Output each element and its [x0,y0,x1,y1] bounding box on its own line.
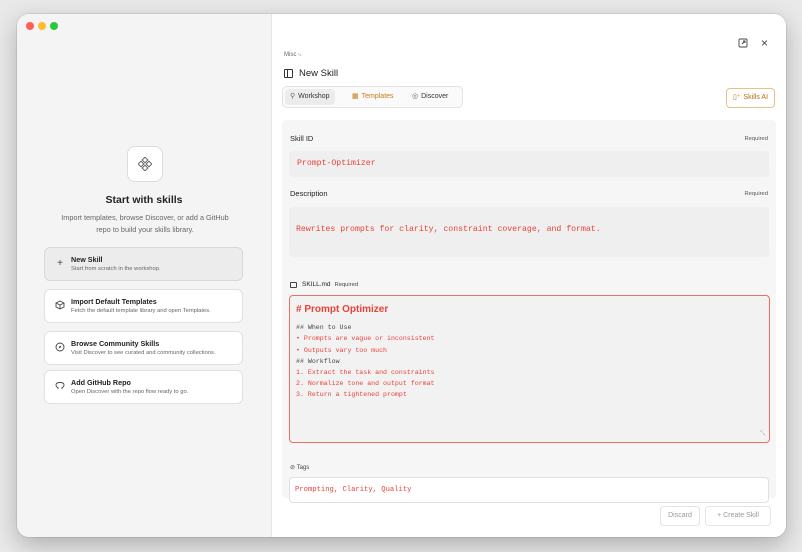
return-arrow-icon: ⤷ [298,52,302,58]
sparkle-diamond-icon [127,146,163,182]
main-panel: Misc ⤷ New Skill × ⚲ Workshop ▦ Templates … [272,14,786,537]
option-description: Fetch the default template library and o… [71,308,211,314]
md-line: 2. Normalize tone and output format [296,380,435,387]
description-label: Description [290,189,328,198]
github-icon [54,381,66,393]
resize-handle-icon[interactable]: ⤡ [760,431,765,438]
md-line: 1. Extract the task and constraints [296,369,435,376]
skill-id-input[interactable]: Prompt-Optimizer [289,151,769,177]
browse-community-option[interactable]: Browse Community Skills Visit Discover t… [44,331,243,365]
option-description: Open Discover with the repo flow ready t… [71,389,189,395]
discard-button[interactable]: Discard [660,506,700,526]
minimize-window-button[interactable] [38,22,46,30]
view-tabs: ⚲ Workshop ▦ Templates ◎ Discover [282,86,463,108]
compass-icon [54,342,66,354]
option-title: Browse Community Skills [71,339,160,348]
skill-form: Skill ID Required Prompt-Optimizer Descr… [282,120,776,503]
sparkle-icon: ▯⁺ [732,94,741,101]
tab-discover[interactable]: ◎ Discover [407,89,453,105]
skill-id-label: Skill ID [290,134,314,143]
description-required: Required [744,191,768,197]
add-github-option[interactable]: Add GitHub Repo Open Discover with the r… [44,370,243,404]
empty-state-description: Import templates, browse Discover, or ad… [61,213,229,234]
sidebar-panel-icon [284,69,293,78]
file-icon [290,281,297,288]
skill-id-required: Required [744,136,768,142]
tab-templates[interactable]: ▦ Templates [347,89,399,105]
option-title: Add GitHub Repo [71,378,131,387]
close-window-button[interactable] [26,22,34,30]
import-templates-option[interactable]: Import Default Templates Fetch the defau… [44,289,243,323]
md-line: ## When to Use [296,324,352,331]
export-icon[interactable] [738,38,748,51]
description-input[interactable]: Rewrites prompts for clarity, constraint… [289,207,769,257]
skill-md-editor[interactable]: # Prompt Optimizer ## When to Use • Prom… [289,295,770,443]
option-description: Start from scratch in the workshop. [71,266,161,272]
tab-workshop[interactable]: ⚲ Workshop [285,89,335,105]
package-icon [54,300,66,312]
workshop-icon: ⚲ [290,93,296,100]
create-skill-button[interactable]: + Create Skill [705,506,771,526]
skill-md-label: SKILL.md Required [290,281,358,288]
empty-state-title: Start with skills [105,194,183,206]
md-line: ## Workflow [296,358,340,365]
option-title: Import Default Templates [71,297,157,306]
zoom-window-button[interactable] [50,22,58,30]
md-line: • Outputs vary too much [296,347,388,354]
close-icon[interactable]: × [761,36,768,50]
option-description: Visit Discover to see curated and commun… [71,350,216,356]
new-skill-option[interactable]: + New Skill Start from scratch in the wo… [44,247,243,281]
tags-input[interactable]: Prompting, Clarity, Quality [289,477,769,503]
md-line: • Prompts are vague or inconsistent [296,335,435,342]
tags-label: ⊘ Tags [290,465,310,471]
md-heading: # Prompt Optimizer [296,304,389,315]
sidebar: Start with skills Import templates, brow… [17,14,272,537]
md-line: 3. Return a tightened prompt [296,391,407,398]
breadcrumb[interactable]: Misc ⤷ [284,52,301,59]
option-title: New Skill [71,255,103,264]
skills-ai-button[interactable]: ▯⁺ Skills AI [726,88,775,108]
app-window: Start with skills Import templates, brow… [17,14,786,537]
compass-icon: ◎ [412,93,419,100]
plus-icon: + [57,258,63,269]
grid-icon: ▦ [352,93,359,100]
page-title: New Skill [284,68,338,79]
tag-icon: ⊘ [290,465,296,471]
